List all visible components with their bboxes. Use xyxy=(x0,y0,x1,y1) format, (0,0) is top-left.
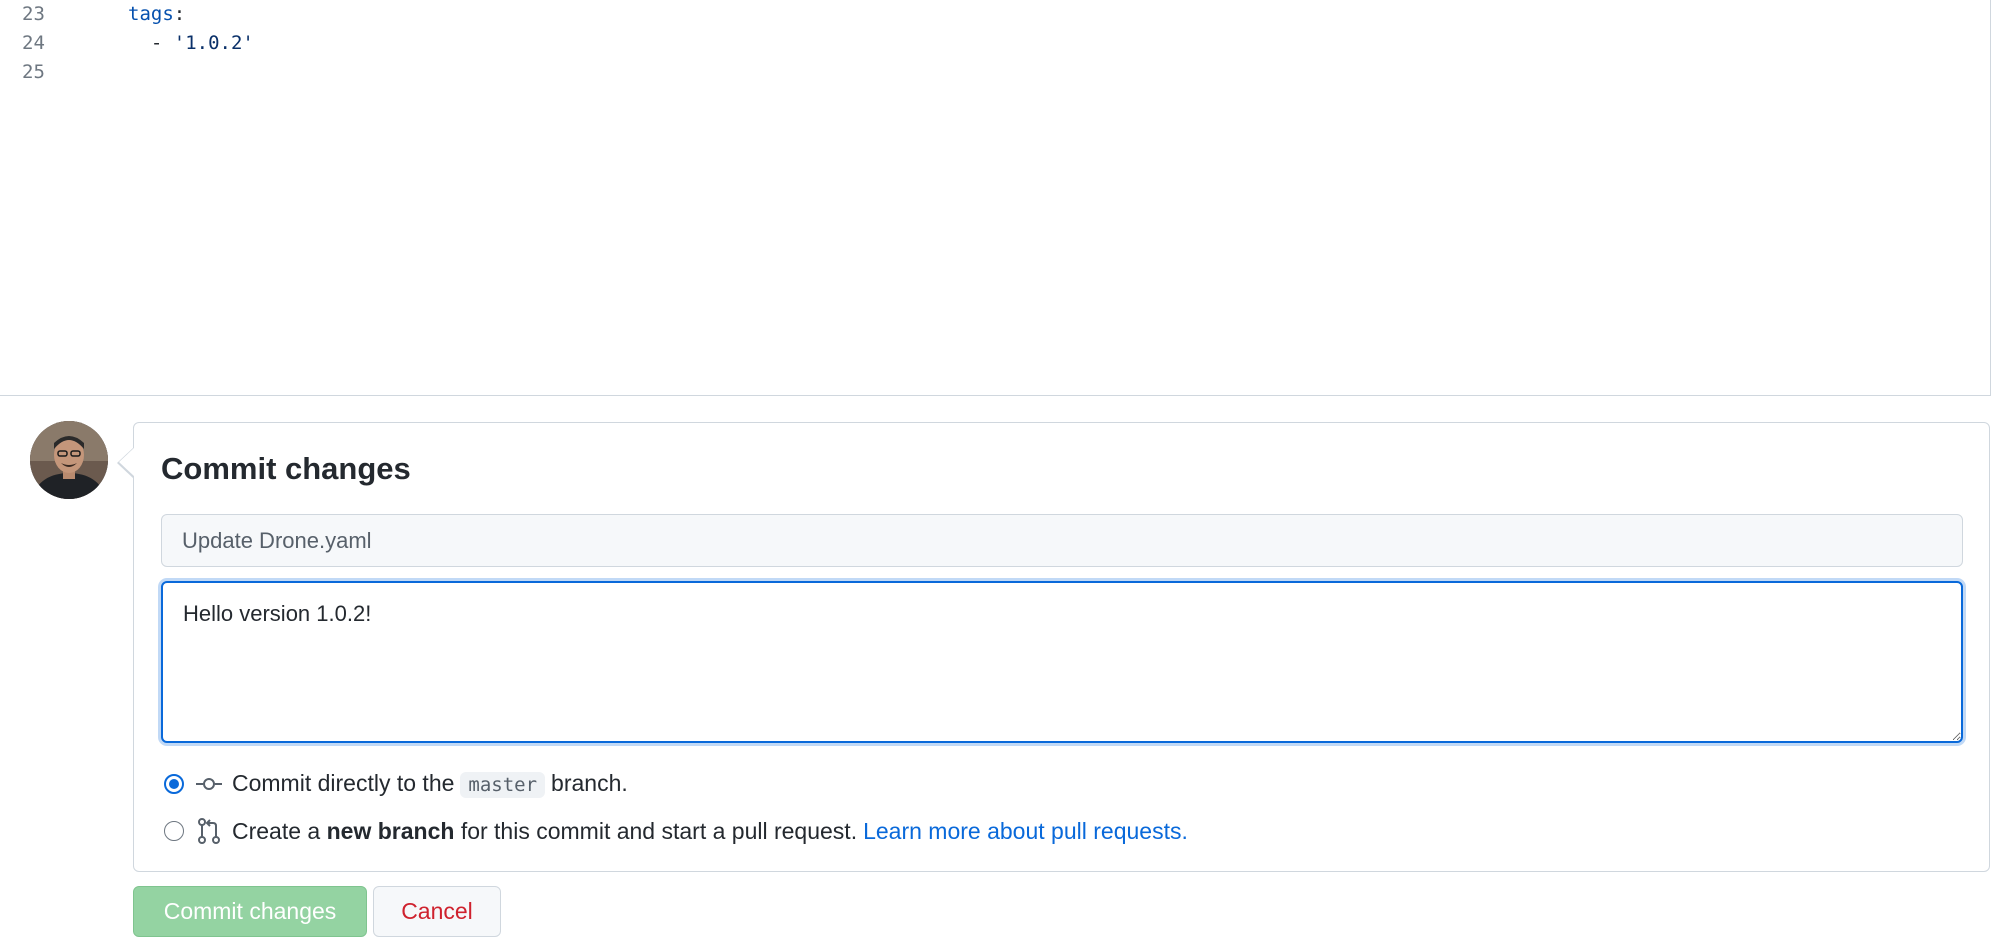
commit-form: Commit changes Hello version 1.0.2! Comm… xyxy=(117,422,1990,872)
option-new-prefix: Create a xyxy=(232,817,321,844)
git-pull-request-icon xyxy=(196,818,222,844)
git-commit-icon xyxy=(196,771,222,797)
option-direct-prefix: Commit directly to the xyxy=(232,770,455,796)
yaml-string: '1.0.2' xyxy=(173,32,254,54)
option-direct-suffix: branch. xyxy=(551,770,628,796)
option-direct-text: Commit directly to the master branch. xyxy=(232,770,628,798)
yaml-key: tags xyxy=(128,3,174,25)
option-new-branch-text: Create a new branch for this commit and … xyxy=(232,818,1188,845)
radio-new-branch[interactable] xyxy=(164,821,184,841)
branch-name: master xyxy=(460,772,546,798)
code-editor[interactable]: 23 tags: 24 - '1.0.2' 25 xyxy=(0,0,1991,396)
line-number: 24 xyxy=(22,32,45,54)
commit-changes-button[interactable]: Commit changes xyxy=(133,886,367,937)
radio-commit-direct[interactable] xyxy=(164,774,184,794)
option-new-bold: new branch xyxy=(326,817,455,844)
option-new-suffix: for this commit and start a pull request… xyxy=(460,817,858,844)
cancel-button[interactable]: Cancel xyxy=(373,886,501,937)
commit-description-textarea[interactable]: Hello version 1.0.2! xyxy=(161,581,1963,743)
line-content: tags: xyxy=(128,0,185,29)
line-content: - '1.0.2' xyxy=(128,29,254,58)
commit-title: Commit changes xyxy=(161,451,411,486)
code-line: 24 - '1.0.2' xyxy=(0,29,1990,58)
option-commit-direct[interactable]: Commit directly to the master branch. xyxy=(164,768,628,800)
avatar-icon xyxy=(30,421,108,499)
code-line: 23 tags: xyxy=(0,0,1990,29)
learn-more-pull-requests-link[interactable]: Learn more about pull requests. xyxy=(863,818,1188,844)
commit-summary-input[interactable] xyxy=(161,514,1963,567)
code-line: 25 xyxy=(0,58,1990,87)
user-avatar xyxy=(30,421,108,499)
line-number: 23 xyxy=(22,3,45,25)
yaml-punct: - xyxy=(128,32,174,54)
yaml-punct: : xyxy=(173,3,186,25)
option-new-branch[interactable]: Create a new branch for this commit and … xyxy=(164,815,1188,847)
line-number: 25 xyxy=(22,61,45,83)
